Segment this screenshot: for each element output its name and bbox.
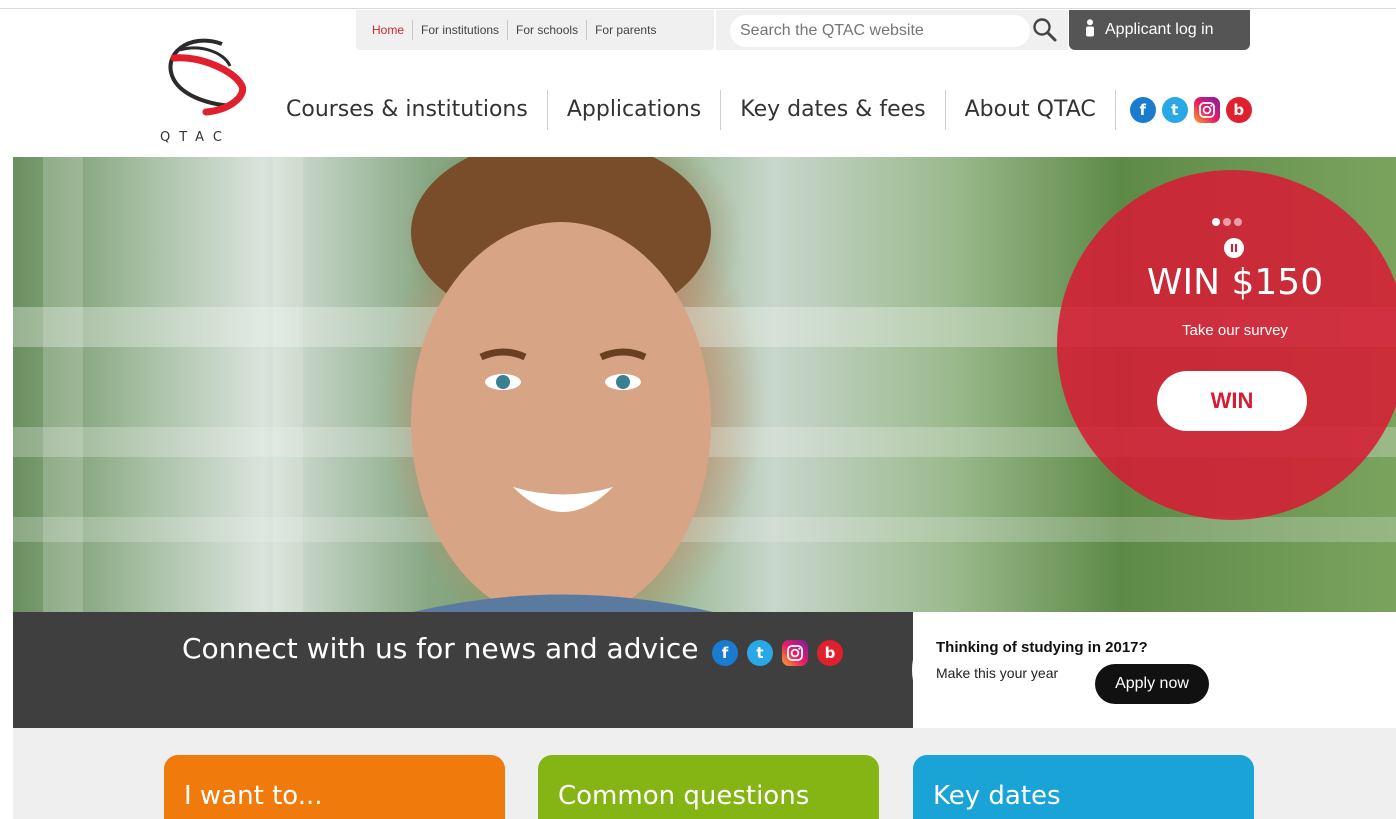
header-social-links: f t b (1116, 97, 1252, 123)
logo-text: QTAC (160, 130, 231, 145)
slide-dot[interactable] (1234, 218, 1242, 226)
promo-subtitle: Take our survey (1182, 322, 1288, 339)
search-icon[interactable] (1028, 14, 1062, 46)
page: Home For institutions For schools For pa… (0, 0, 1396, 819)
card-common-questions[interactable]: Common questions (538, 755, 879, 819)
main-nav: Courses & institutions Applications Key … (272, 88, 1252, 132)
promo-title: WIN $150 (1146, 262, 1324, 303)
win-button[interactable]: WIN (1157, 371, 1307, 431)
applicant-login-button[interactable]: Applicant log in (1069, 10, 1250, 50)
logo-swoosh-icon (168, 38, 247, 116)
nav-courses-institutions[interactable]: Courses & institutions (272, 90, 548, 130)
connect-text: Connect with us for news and advice (182, 632, 699, 665)
study-subtitle: Make this your year (936, 665, 1059, 681)
facebook-icon[interactable]: f (1129, 97, 1156, 123)
top-divider (0, 8, 1396, 9)
slide-dot[interactable] (1223, 218, 1231, 226)
qtac-logo[interactable]: QTAC (160, 36, 250, 152)
tumblr-icon[interactable]: t (747, 640, 773, 666)
slide-dot[interactable] (1212, 218, 1220, 226)
util-tab-institutions[interactable]: For institutions (413, 20, 509, 40)
util-tab-parents[interactable]: For parents (587, 20, 664, 40)
search-input[interactable] (730, 15, 1030, 47)
slide-indicators (1212, 218, 1242, 226)
search-area (716, 10, 1068, 50)
util-tab-home[interactable]: Home (364, 20, 414, 40)
tumblr-icon[interactable]: t (1161, 97, 1188, 123)
utility-nav: Home For institutions For schools For pa… (356, 10, 714, 50)
blog-icon[interactable]: b (817, 640, 843, 666)
apply-now-button[interactable]: Apply now (1095, 664, 1209, 704)
pause-icon[interactable] (1224, 238, 1244, 258)
facebook-icon[interactable]: f (712, 640, 738, 666)
person-icon (1085, 18, 1095, 42)
applicant-login-label: Applicant log in (1105, 21, 1214, 38)
nav-key-dates-fees[interactable]: Key dates & fees (721, 90, 946, 130)
blog-icon[interactable]: b (1225, 97, 1252, 123)
card-key-dates[interactable]: Key dates (913, 755, 1254, 819)
nav-applications[interactable]: Applications (548, 90, 722, 130)
nav-about-qtac[interactable]: About QTAC (946, 90, 1116, 130)
connect-social-links: f t b (712, 640, 843, 666)
connect-band (13, 612, 913, 728)
instagram-icon[interactable] (1193, 97, 1220, 123)
card-i-want-to[interactable]: I want to... (164, 755, 505, 819)
study-title: Thinking of studying in 2017? (936, 639, 1148, 656)
instagram-icon[interactable] (782, 640, 808, 666)
util-tab-schools[interactable]: For schools (508, 20, 588, 40)
